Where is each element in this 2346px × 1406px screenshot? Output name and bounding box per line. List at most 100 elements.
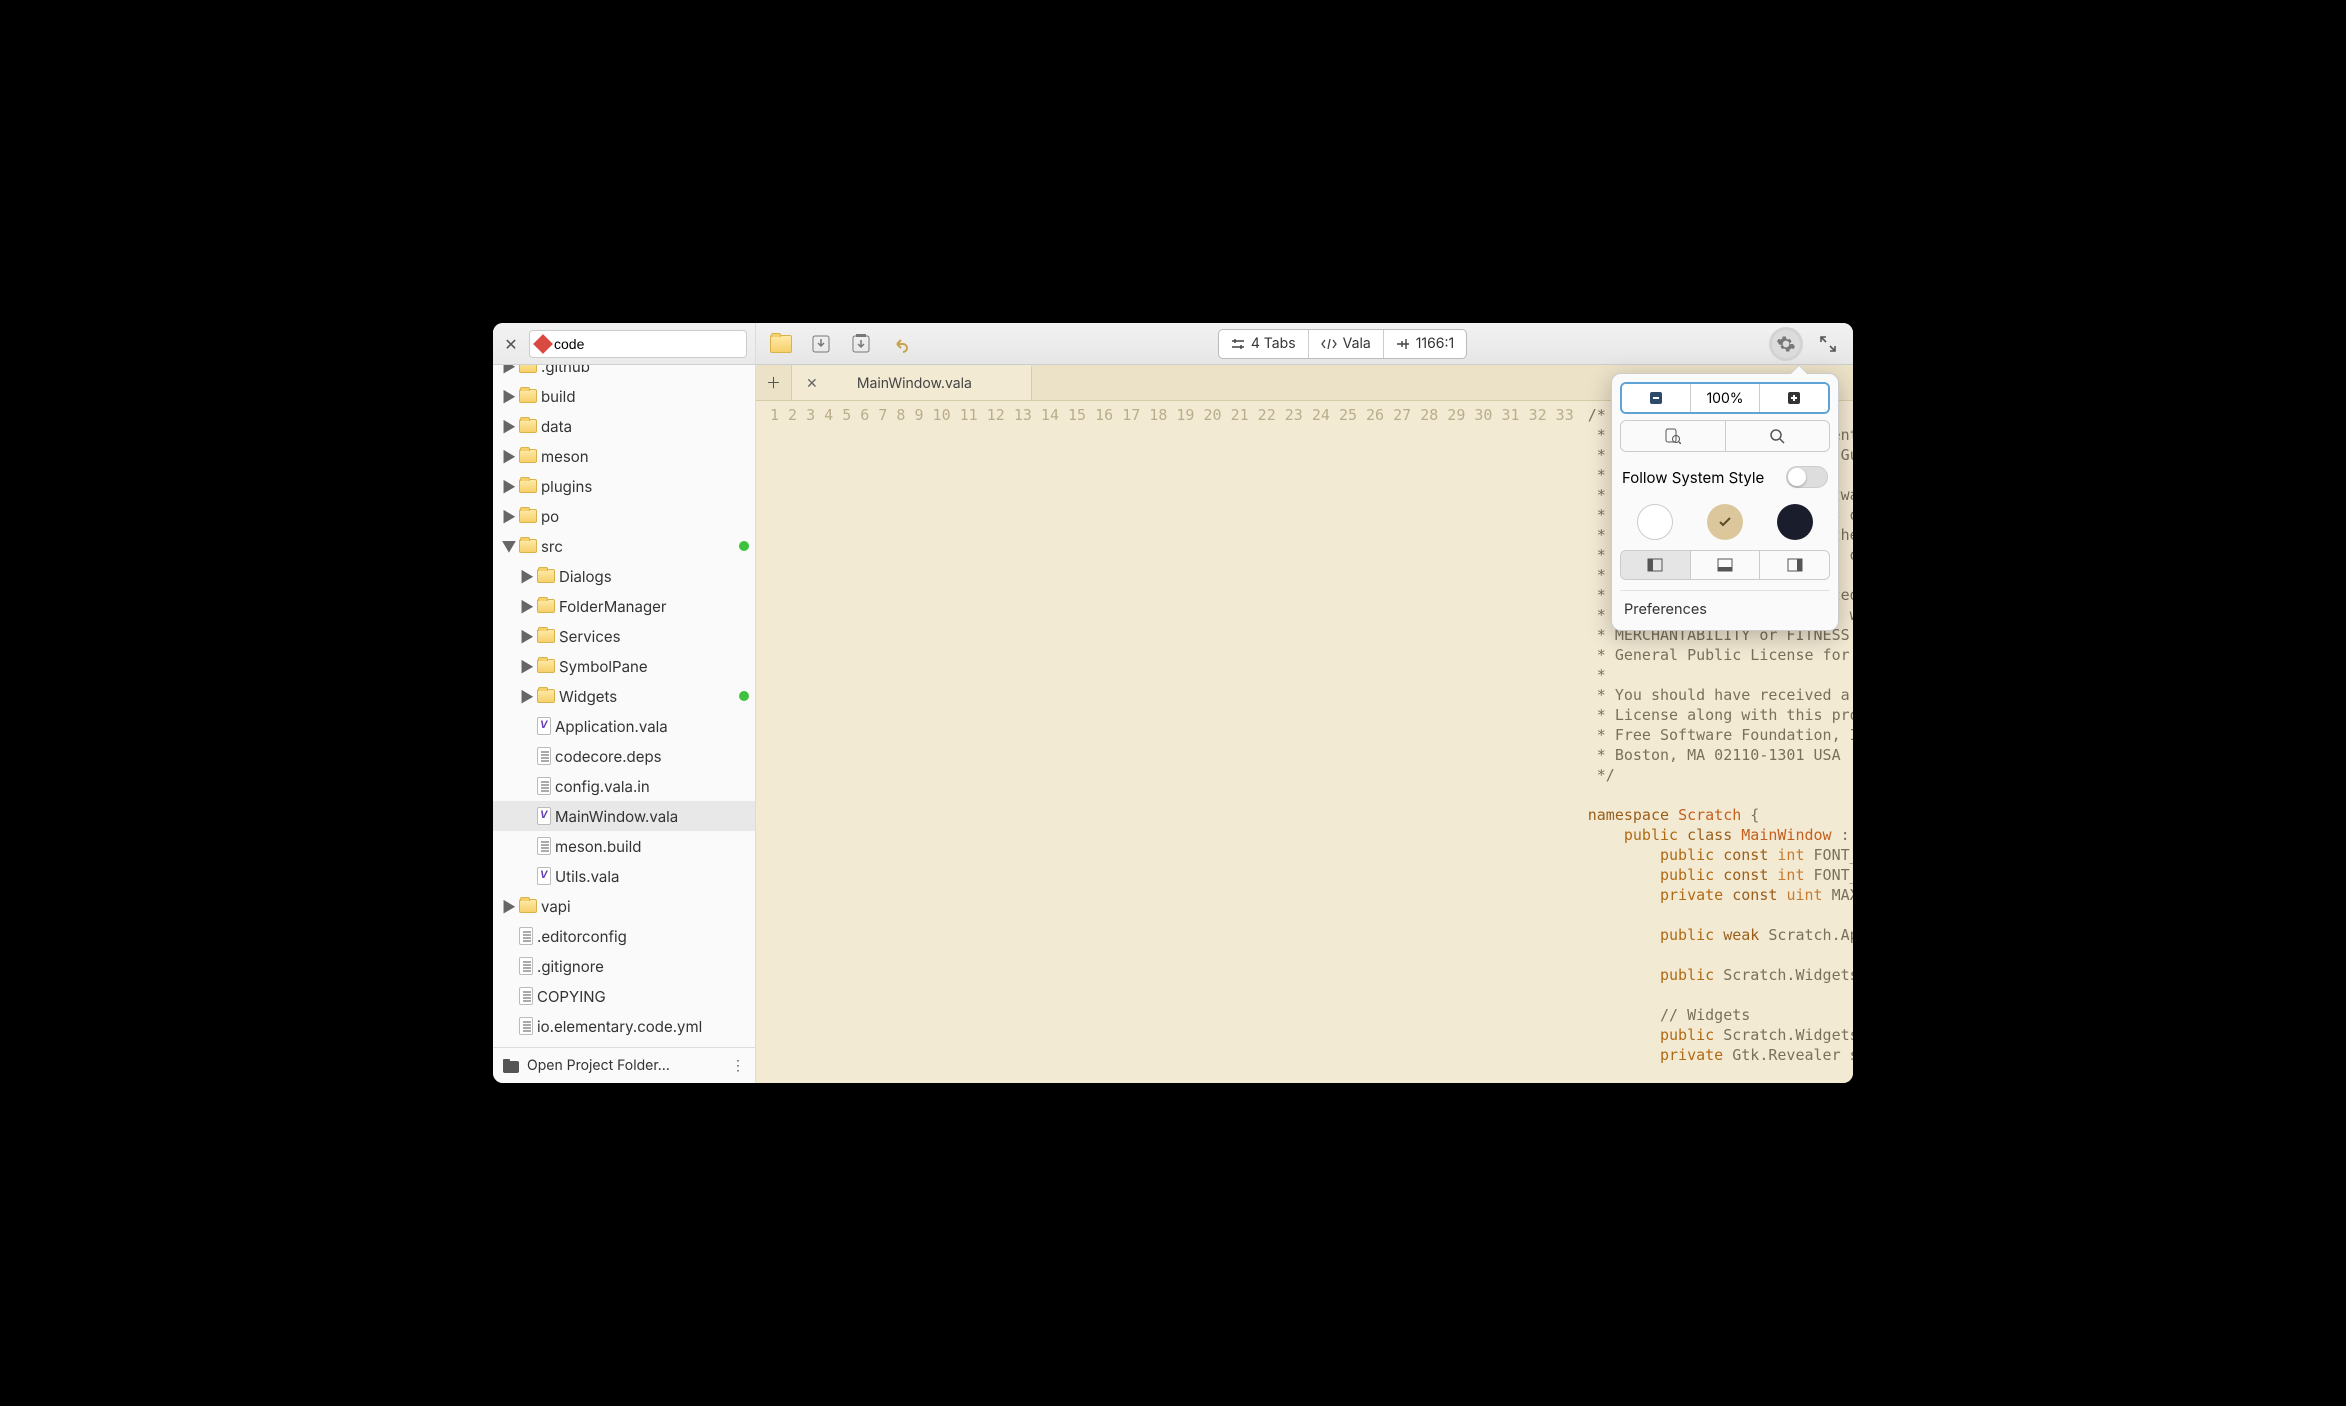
save-all-button[interactable] bbox=[846, 329, 876, 359]
tree-folder[interactable]: ▶ Services bbox=[493, 621, 755, 651]
disclosure-icon: ▶ bbox=[521, 600, 533, 612]
tree-folder[interactable]: ▶FolderManager bbox=[493, 591, 755, 621]
disclosure-icon: ▶ bbox=[503, 365, 515, 372]
folder-icon bbox=[519, 899, 537, 913]
close-icon[interactable]: ✕ bbox=[501, 334, 521, 354]
goto-icon bbox=[1396, 337, 1410, 351]
tree-label: meson.build bbox=[555, 837, 641, 856]
folder-icon bbox=[537, 599, 555, 613]
open-folder-button[interactable] bbox=[766, 329, 796, 359]
disclosure-icon bbox=[521, 840, 533, 852]
undo-button[interactable] bbox=[886, 329, 916, 359]
save-button[interactable] bbox=[806, 329, 836, 359]
tree-file[interactable]: codecore.deps bbox=[493, 741, 755, 771]
zoom-level[interactable]: 100% bbox=[1691, 384, 1760, 412]
tree-folder[interactable]: ▶ data bbox=[493, 411, 755, 441]
theme-dark[interactable] bbox=[1777, 504, 1813, 540]
path-input[interactable] bbox=[529, 330, 747, 358]
tree-folder[interactable]: ▶vapi bbox=[493, 891, 755, 921]
tree-file[interactable]: .gitignore bbox=[493, 951, 755, 981]
find-replace-button[interactable] bbox=[1621, 421, 1726, 451]
folder-icon bbox=[519, 539, 537, 553]
tree-file[interactable]: Utils.vala bbox=[493, 861, 755, 891]
new-tab-button[interactable]: ＋ bbox=[756, 365, 792, 400]
sidebar: ✕ ▶.github▶build▶data▶meson▶plugins▶po▼s… bbox=[493, 323, 756, 1083]
tree-file[interactable]: COPYING bbox=[493, 981, 755, 1011]
follow-system-toggle[interactable] bbox=[1786, 466, 1828, 488]
layout-sidebar-right[interactable] bbox=[1760, 551, 1829, 579]
tree-folder[interactable]: ▶plugins bbox=[493, 471, 755, 501]
tree-file[interactable]: io.elementary.code.yml bbox=[493, 1011, 755, 1041]
minus-icon bbox=[1649, 391, 1663, 405]
disclosure-icon bbox=[521, 870, 533, 882]
tree-file[interactable]: MainWindow.vala bbox=[493, 801, 755, 831]
search-button[interactable] bbox=[1726, 421, 1830, 451]
more-icon[interactable]: ⋮ bbox=[731, 1057, 745, 1074]
file-icon bbox=[519, 1017, 533, 1035]
disclosure-icon bbox=[521, 810, 533, 822]
file-tree[interactable]: ▶.github▶build▶data▶meson▶plugins▶po▼src… bbox=[493, 365, 755, 1047]
theme-selector bbox=[1620, 498, 1830, 550]
gear-icon bbox=[1776, 334, 1796, 354]
tree-label: .github bbox=[541, 365, 590, 376]
tree-folder[interactable]: ▶po bbox=[493, 501, 755, 531]
zoom-out-button[interactable] bbox=[1622, 384, 1691, 412]
tabs-icon bbox=[1231, 337, 1245, 351]
pos-label: 1166:1 bbox=[1416, 335, 1454, 352]
tree-file[interactable]: .editorconfig bbox=[493, 921, 755, 951]
tree-label: Services bbox=[559, 627, 621, 646]
tree-label: meson bbox=[541, 447, 589, 466]
tab-close-icon[interactable]: ✕ bbox=[806, 375, 818, 392]
tree-folder[interactable]: ▶Widgets bbox=[493, 681, 755, 711]
tabs-segment[interactable]: 4 Tabs bbox=[1219, 330, 1309, 358]
app-window: ✕ ▶.github▶build▶data▶meson▶plugins▶po▼s… bbox=[493, 323, 1853, 1083]
theme-light[interactable] bbox=[1637, 504, 1673, 540]
lang-segment[interactable]: Vala bbox=[1309, 330, 1384, 358]
tree-folder[interactable]: ▶Dialogs bbox=[493, 561, 755, 591]
disclosure-icon: ▶ bbox=[521, 570, 533, 582]
sidebar-footer[interactable]: Open Project Folder… ⋮ bbox=[493, 1047, 755, 1083]
toolbar: 4 Tabs Vala 1166:1 bbox=[756, 323, 1853, 365]
disclosure-icon bbox=[503, 960, 515, 972]
tree-label: build bbox=[541, 387, 576, 406]
sidebar-header: ✕ bbox=[493, 323, 755, 365]
tree-label: Utils.vala bbox=[555, 867, 619, 886]
zoom-in-button[interactable] bbox=[1760, 384, 1828, 412]
tree-folder[interactable]: ▼src bbox=[493, 531, 755, 561]
tree-label: data bbox=[541, 417, 572, 436]
theme-sepia[interactable] bbox=[1707, 504, 1743, 540]
tab-mainwindow[interactable]: ✕ MainWindow.vala bbox=[792, 365, 1032, 400]
layout-sidebar-left[interactable] bbox=[1621, 551, 1691, 579]
layout-panel-bottom[interactable] bbox=[1691, 551, 1761, 579]
disclosure-icon: ▶ bbox=[503, 420, 515, 432]
folder-icon bbox=[519, 509, 537, 523]
file-icon bbox=[519, 927, 533, 945]
tree-folder[interactable]: ▶build bbox=[493, 381, 755, 411]
preferences-item[interactable]: Preferences bbox=[1620, 590, 1830, 622]
disclosure-icon: ▶ bbox=[521, 660, 533, 672]
file-icon bbox=[519, 987, 533, 1005]
tree-label: SymbolPane bbox=[559, 657, 648, 676]
settings-button[interactable] bbox=[1769, 327, 1803, 361]
disclosure-icon: ▶ bbox=[521, 630, 533, 642]
tree-label: po bbox=[541, 507, 559, 526]
file-icon bbox=[537, 837, 551, 855]
line-gutter: 1 2 3 4 5 6 7 8 9 10 11 12 13 14 15 16 1… bbox=[756, 401, 1582, 1083]
tree-label: Application.vala bbox=[555, 717, 668, 736]
fullscreen-button[interactable] bbox=[1813, 329, 1843, 359]
tree-folder[interactable]: ▶ SymbolPane bbox=[493, 651, 755, 681]
tree-label: config.vala.in bbox=[555, 777, 650, 796]
tree-file[interactable]: meson.build bbox=[493, 831, 755, 861]
path-field[interactable] bbox=[554, 336, 740, 352]
disclosure-icon: ▶ bbox=[503, 900, 515, 912]
disclosure-icon bbox=[521, 780, 533, 792]
tree-folder[interactable]: ▶meson bbox=[493, 441, 755, 471]
tree-file[interactable]: config.vala.in bbox=[493, 771, 755, 801]
tree-label: COPYING bbox=[537, 987, 606, 1006]
tree-folder[interactable]: ▶ .github bbox=[493, 365, 755, 381]
pos-segment[interactable]: 1166:1 bbox=[1384, 330, 1466, 358]
folder-icon bbox=[537, 629, 555, 643]
tree-file[interactable]: Application.vala bbox=[493, 711, 755, 741]
folder-icon bbox=[519, 449, 537, 463]
disclosure-icon bbox=[503, 930, 515, 942]
